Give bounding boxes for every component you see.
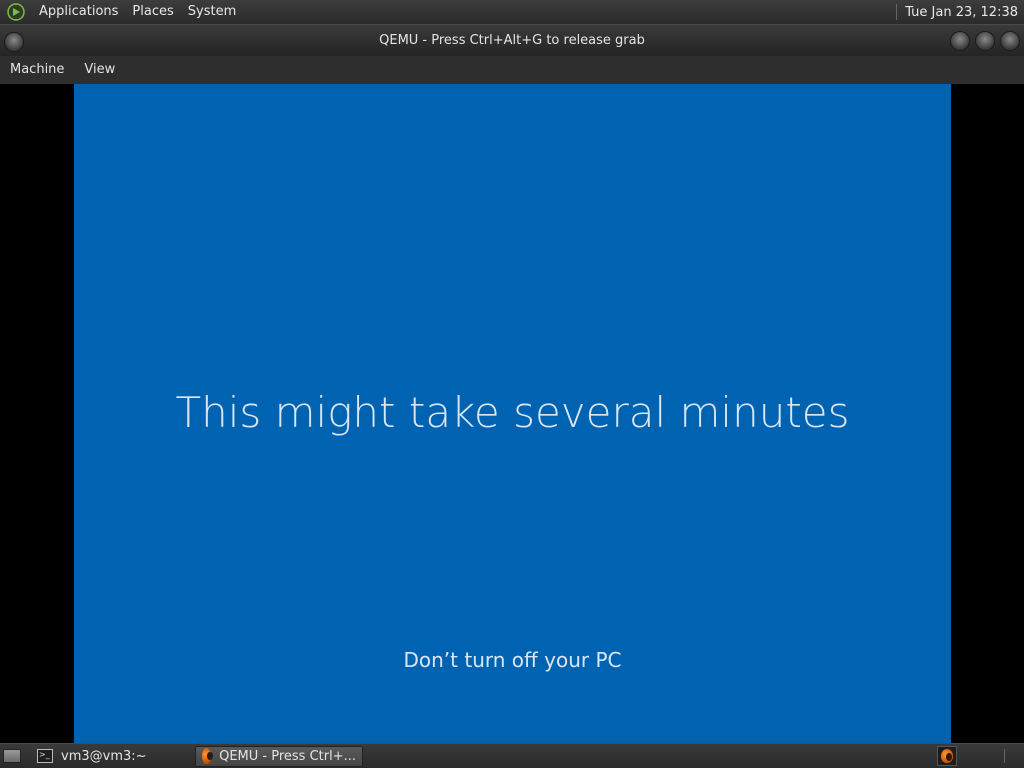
close-button[interactable]: [1000, 31, 1020, 51]
view-menu[interactable]: View: [74, 56, 125, 84]
distro-logo-icon[interactable]: [6, 2, 26, 22]
tray-separator: [1004, 749, 1005, 763]
window-menu-button[interactable]: [4, 32, 24, 52]
taskbar-item-label: QEMU - Press Ctrl+...: [219, 748, 356, 764]
terminal-icon: >_: [37, 749, 53, 763]
taskbar-item-terminal[interactable]: >_ vm3@vm3:~: [31, 746, 191, 767]
qemu-icon: [202, 748, 214, 764]
clock[interactable]: Tue Jan 23, 12:38: [905, 5, 1024, 20]
window-titlebar[interactable]: QEMU - Press Ctrl+Alt+G to release grab: [0, 24, 1024, 56]
maximize-button[interactable]: [975, 31, 995, 51]
taskbar-item-label: vm3@vm3:~: [61, 748, 147, 764]
qemu-icon: [941, 749, 953, 763]
machine-menu[interactable]: Machine: [0, 56, 74, 84]
panel-separator: [896, 4, 898, 20]
setup-subline: Don’t turn off your PC: [403, 648, 622, 672]
window-title: QEMU - Press Ctrl+Alt+G to release grab: [379, 33, 645, 48]
applications-menu[interactable]: Applications: [32, 0, 125, 24]
setup-headline: This might take several minutes: [175, 388, 850, 437]
qemu-menubar: Machine View: [0, 56, 1024, 84]
top-panel: Applications Places System Tue Jan 23, 1…: [0, 0, 1024, 24]
guest-screen[interactable]: This might take several minutes Don’t tu…: [74, 84, 951, 743]
show-desktop-icon[interactable]: [3, 749, 21, 763]
tray-qemu-icon[interactable]: [937, 746, 957, 766]
minimize-button[interactable]: [950, 31, 970, 51]
system-menu[interactable]: System: [181, 0, 243, 24]
places-menu[interactable]: Places: [125, 0, 180, 24]
taskbar-item-qemu[interactable]: QEMU - Press Ctrl+...: [195, 745, 363, 767]
bottom-panel: >_ vm3@vm3:~ QEMU - Press Ctrl+...: [0, 743, 1024, 768]
vm-display-area[interactable]: This might take several minutes Don’t tu…: [0, 84, 1024, 743]
